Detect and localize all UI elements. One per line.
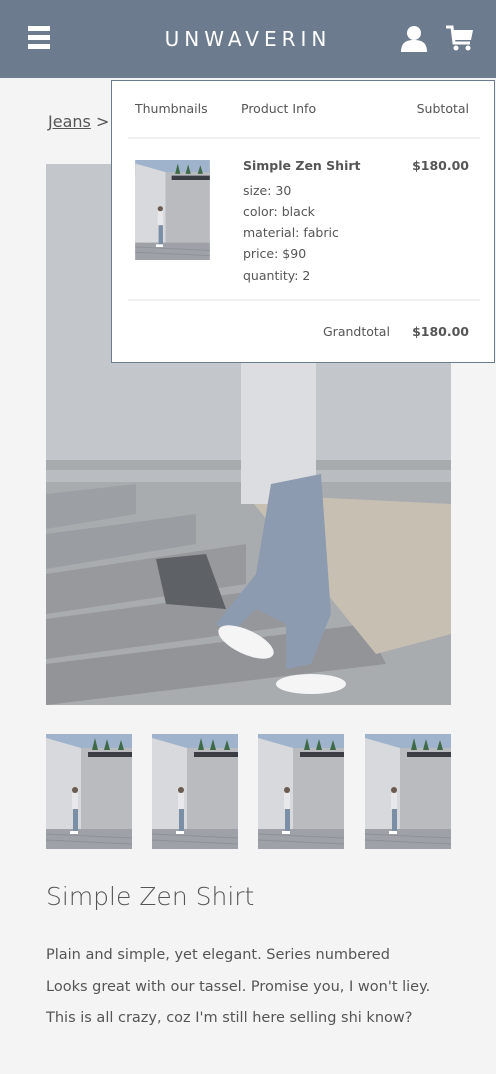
thumbnail-1[interactable] bbox=[46, 734, 132, 849]
thumbnail-strip bbox=[46, 734, 451, 849]
description-line: Looks great with our tassel. Promise you… bbox=[46, 978, 431, 995]
cart-dropdown: Thumbnails Product Info Subtotal Simple … bbox=[111, 80, 495, 363]
column-header-product-info: Product Info bbox=[241, 101, 317, 116]
divider bbox=[128, 137, 480, 139]
column-header-thumbnails: Thumbnails bbox=[135, 101, 208, 116]
thumbnail-3[interactable] bbox=[258, 734, 344, 849]
user-icon[interactable] bbox=[400, 24, 428, 52]
cart-item-name[interactable]: Simple Zen Shirt bbox=[243, 158, 361, 173]
header: UNWAVERIN bbox=[0, 0, 496, 78]
product-description: Plain and simple, yet elegant. Series nu… bbox=[46, 940, 466, 1035]
breadcrumb-link-jeans[interactable]: Jeans bbox=[48, 112, 91, 131]
grandtotal-value: $180.00 bbox=[412, 324, 469, 339]
cart-item-color: color: black bbox=[243, 204, 315, 219]
thumbnail-2[interactable] bbox=[152, 734, 238, 849]
thumbnail-4[interactable] bbox=[365, 734, 451, 849]
grandtotal-label: Grandtotal bbox=[323, 324, 390, 339]
cart-item-size: size: 30 bbox=[243, 183, 292, 198]
description-line: This is all crazy, coz I'm still here se… bbox=[46, 1010, 413, 1026]
product-title: Simple Zen Shirt bbox=[46, 882, 255, 911]
description-line: Plain and simple, yet elegant. Series nu… bbox=[46, 947, 390, 963]
cart-item-subtotal: $180.00 bbox=[412, 158, 469, 173]
cart-item-thumbnail[interactable] bbox=[135, 160, 210, 260]
column-header-subtotal: Subtotal bbox=[416, 101, 469, 116]
breadcrumb-separator: > bbox=[95, 112, 110, 131]
breadcrumb: Jeans > bbox=[48, 112, 109, 131]
cart-item-material: material: fabric bbox=[243, 225, 339, 240]
cart-icon[interactable] bbox=[446, 24, 474, 52]
cart-item-price: price: $90 bbox=[243, 246, 307, 261]
divider bbox=[128, 299, 480, 301]
cart-item-quantity: quantity: 2 bbox=[243, 268, 311, 283]
